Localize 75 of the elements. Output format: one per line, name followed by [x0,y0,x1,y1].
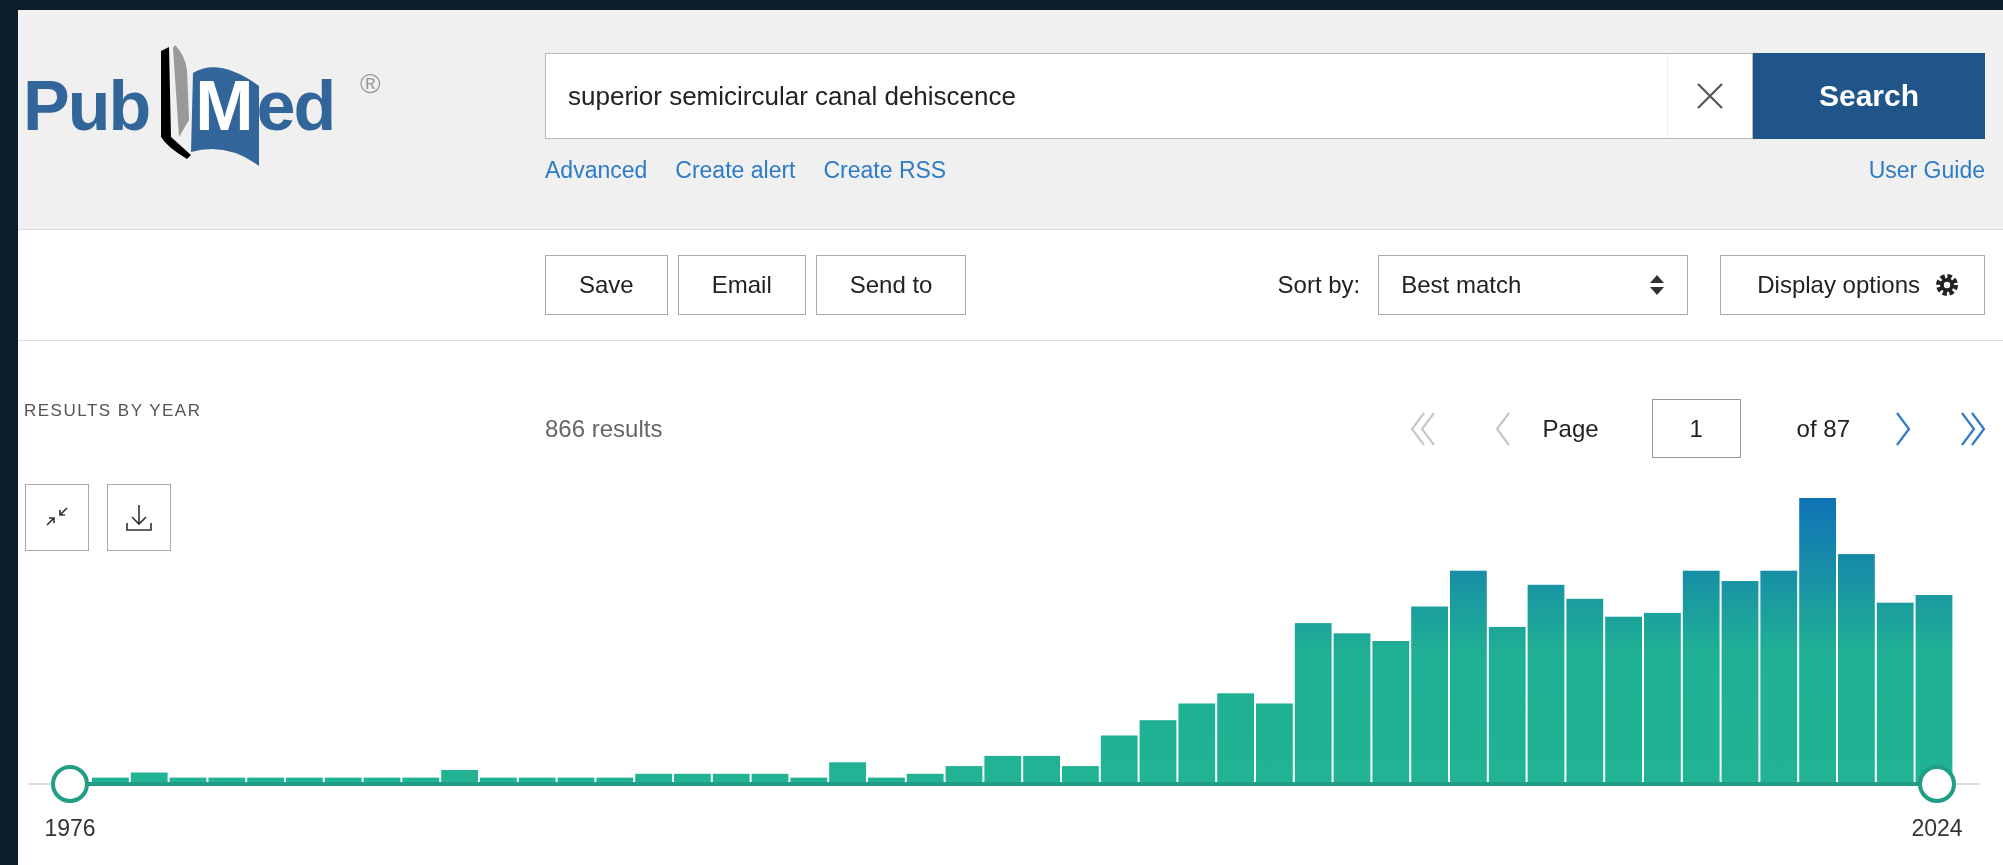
histogram-bar[interactable] [596,777,634,784]
histogram-bar[interactable] [674,773,711,784]
histogram-bar[interactable] [1876,602,1914,784]
sort-dropdown[interactable]: Best match [1378,255,1689,315]
histogram-bar[interactable] [751,773,789,784]
histogram-bar[interactable] [1760,570,1798,784]
histogram-bar[interactable] [286,777,323,784]
next-page-icon[interactable] [1893,410,1913,447]
histogram-bar[interactable] [1178,703,1216,784]
histogram-bar[interactable] [984,755,1022,784]
histogram-bar[interactable] [92,777,129,784]
histogram-bar[interactable] [1488,626,1526,784]
results-count: 866 results [545,414,663,443]
year-label: 2024 [1911,815,1963,841]
logo-text[interactable]: Pub Med [23,71,335,141]
histogram-bar[interactable] [1411,606,1448,784]
histogram-bar[interactable] [635,773,672,784]
histogram-bar[interactable] [906,773,944,784]
histogram-bar[interactable] [790,777,828,784]
histogram-bar[interactable] [1372,641,1410,784]
page-total: of 87 [1796,414,1850,443]
action-button[interactable]: Send to [815,255,967,315]
user-guide-link[interactable]: User Guide [1868,157,1985,184]
histogram-bar[interactable] [169,777,207,784]
sort-arrows-icon [1649,274,1666,296]
histogram-bar[interactable] [1294,623,1332,784]
histogram-bar[interactable] [1450,570,1487,784]
histogram-bar[interactable] [1721,581,1759,784]
section-title: RESULTS BY YEAR [23,401,202,420]
year-label: 1976 [44,815,96,841]
histogram-bar[interactable] [1217,693,1254,784]
histogram-bar[interactable] [1682,570,1720,784]
histogram-bar[interactable] [1566,598,1604,784]
download-button[interactable] [107,484,171,551]
histogram-bar[interactable] [1605,616,1642,784]
search-link[interactable]: Create alert [675,157,796,184]
histogram-bar[interactable] [1838,554,1875,784]
histogram-bar[interactable] [1100,735,1138,784]
histogram-bar[interactable] [363,777,401,784]
search-field[interactable]: superior semicircular canal dehiscence [545,53,1753,139]
range-slider-handle[interactable] [1918,765,1956,803]
histogram-bar[interactable] [1256,703,1293,784]
histogram-bar[interactable] [1023,755,1060,784]
histogram-bar[interactable] [247,777,284,784]
histogram-bar[interactable] [557,777,595,784]
histogram-bar[interactable] [712,773,750,784]
action-button[interactable]: Email [677,255,806,315]
collapse-button[interactable] [25,484,89,551]
histogram-bar[interactable] [1915,595,1953,784]
histogram-bar[interactable] [829,762,866,784]
histogram-bar[interactable] [1139,720,1177,784]
search-link[interactable]: Create RSS [823,157,947,184]
display-options-button[interactable]: Display options [1720,255,1985,315]
histogram-bar[interactable] [1644,612,1681,784]
histogram-bar[interactable] [480,777,517,784]
histogram-bar[interactable] [518,777,556,784]
sort-label: Sort by: [1277,271,1361,299]
histogram-bar[interactable] [1799,498,1836,784]
histogram-bar[interactable] [1333,633,1371,784]
page-label: Page [1542,414,1599,443]
registered-mark: ® [360,68,381,100]
download-icon [124,502,154,533]
last-page-icon[interactable] [1958,410,1988,447]
search-button[interactable]: Search [1753,53,1985,139]
histogram-bar[interactable] [868,777,905,784]
range-slider-handle[interactable] [51,765,89,803]
histogram-bar[interactable] [402,777,440,784]
histogram-bar[interactable] [324,777,362,784]
search-link[interactable]: Advanced [545,157,648,184]
close-icon[interactable] [1696,82,1724,110]
action-button[interactable]: Save [545,255,668,315]
histogram-bar[interactable] [208,777,246,784]
page-number-field[interactable]: 1 [1651,399,1741,458]
histogram-bar[interactable] [1527,584,1565,784]
settings-icon [1934,272,1960,298]
